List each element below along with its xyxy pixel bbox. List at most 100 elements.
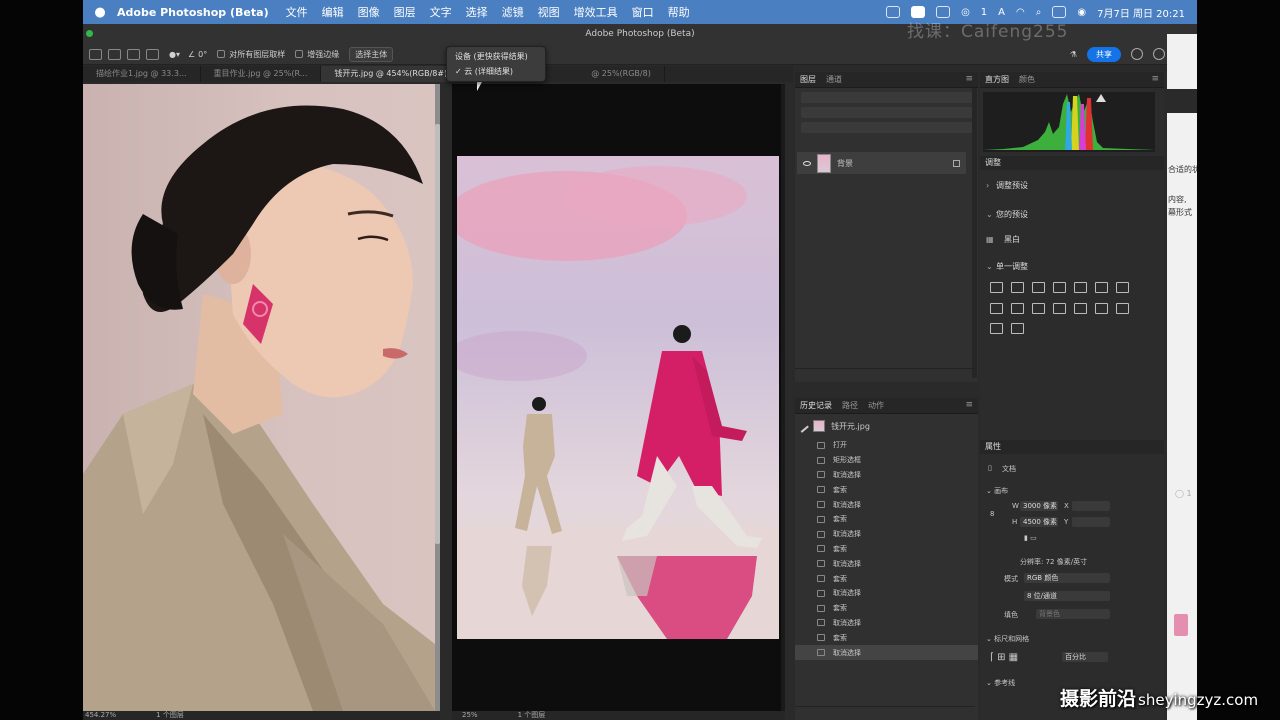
tab-doc-active[interactable]: 钱开元.jpg @ 454%(RGB/8#) bbox=[321, 66, 462, 82]
history-item[interactable]: 取消选择 bbox=[795, 527, 978, 542]
posterize-icon[interactable] bbox=[1095, 303, 1108, 314]
history-item[interactable]: 取消选择 bbox=[795, 586, 978, 601]
menu-plugins[interactable]: 增效工具 bbox=[574, 4, 618, 20]
curves-icon[interactable] bbox=[1032, 282, 1045, 293]
app-menu[interactable]: Adobe Photoshop (Beta) bbox=[117, 6, 269, 19]
history-item[interactable]: 套索 bbox=[795, 571, 978, 586]
select-subject-button[interactable]: 选择主体 bbox=[349, 46, 394, 62]
panel-menu-icon[interactable]: ≡ bbox=[965, 74, 973, 84]
history-item[interactable]: 套索 bbox=[795, 601, 978, 616]
new-selection-icon[interactable] bbox=[108, 48, 121, 60]
layer-filter-row[interactable] bbox=[801, 92, 972, 103]
left-canvas[interactable] bbox=[83, 84, 440, 711]
right-scrollbar[interactable] bbox=[781, 84, 785, 711]
help-icon[interactable] bbox=[1153, 48, 1165, 60]
screen-record-icon[interactable] bbox=[911, 6, 926, 18]
history-item[interactable]: 打开 bbox=[795, 438, 978, 453]
single-adjust-section[interactable]: ⌄ 单一调整 bbox=[986, 261, 1028, 272]
rulers-grid-section-header[interactable]: ⌄ 标尺和网格 bbox=[986, 634, 1029, 644]
selective-color-icon[interactable] bbox=[990, 323, 1003, 334]
menu-image[interactable]: 图像 bbox=[358, 4, 380, 20]
sample-all-layers-checkbox[interactable] bbox=[217, 50, 226, 58]
share-button[interactable]: 共享 bbox=[1087, 46, 1121, 62]
angle-value[interactable]: 0° bbox=[198, 50, 207, 59]
menu-type[interactable]: 文字 bbox=[430, 4, 452, 20]
ruler-toggle-icon[interactable]: ⌈ ⊞ ▦ bbox=[990, 652, 1018, 663]
clock-text[interactable]: 7月7日 周日 20:21 bbox=[1097, 5, 1185, 20]
history-item[interactable]: 套索 bbox=[795, 482, 978, 497]
dropdown-item-device[interactable]: 设备 (更快获得结果) bbox=[447, 49, 545, 64]
color-lookup-icon[interactable] bbox=[1053, 303, 1066, 314]
apple-menu-icon[interactable]: ● bbox=[83, 5, 117, 20]
threshold-icon[interactable] bbox=[1116, 303, 1129, 314]
history-item[interactable]: 取消选择 bbox=[795, 616, 978, 631]
tab-doc-2[interactable]: 重目作业.jpg @ 25%(R... bbox=[201, 66, 322, 82]
your-presets-section[interactable]: ⌄ 您的预设 bbox=[986, 209, 1028, 220]
height-field[interactable]: 4500 像素 bbox=[1020, 517, 1058, 527]
preset-item-bw[interactable]: ▦ 黑白 bbox=[986, 234, 1020, 245]
tab-doc-1[interactable]: 描绘作业1.jpg @ 33.3... bbox=[83, 66, 201, 82]
layer-name[interactable]: 背景 bbox=[837, 158, 853, 169]
panel-menu-icon[interactable]: ≡ bbox=[1151, 74, 1159, 84]
mode-dropdown[interactable]: RGB 颜色 bbox=[1024, 573, 1110, 583]
layer-item-background[interactable]: 背景 bbox=[797, 152, 966, 174]
menu-window[interactable]: 窗口 bbox=[632, 4, 654, 20]
visibility-eye-icon[interactable] bbox=[803, 160, 811, 166]
menu-select[interactable]: 选择 bbox=[466, 4, 488, 20]
search-icon[interactable] bbox=[1131, 48, 1143, 60]
portrait-orient-icon[interactable]: ▮ ▭ bbox=[1024, 534, 1037, 542]
black-white-icon[interactable] bbox=[990, 303, 1003, 314]
quick-select-tool-icon[interactable] bbox=[89, 48, 102, 60]
tab-channels[interactable]: 通道 bbox=[826, 74, 842, 85]
right-zoom-level[interactable]: 25% bbox=[462, 711, 478, 720]
history-item[interactable]: 套索 bbox=[795, 512, 978, 527]
sync-icon[interactable] bbox=[936, 6, 951, 18]
window-close-icon[interactable] bbox=[86, 30, 93, 37]
menu-layer[interactable]: 图层 bbox=[394, 4, 416, 20]
wifi-icon[interactable]: ◠ bbox=[1016, 7, 1025, 18]
left-zoom-level[interactable]: 454.27% bbox=[85, 711, 116, 720]
pane-divider[interactable] bbox=[440, 84, 452, 711]
brush-size-icon[interactable]: ●▾ bbox=[169, 50, 180, 59]
history-item[interactable]: 套索 bbox=[795, 630, 978, 645]
history-item[interactable]: 套索 bbox=[795, 542, 978, 557]
history-item[interactable]: 取消选择 bbox=[795, 645, 978, 660]
search-icon[interactable]: ⌕ bbox=[1036, 7, 1042, 18]
exposure-icon[interactable] bbox=[1053, 282, 1066, 293]
bit-depth-dropdown[interactable]: 8 位/通道 bbox=[1024, 591, 1110, 601]
invert-icon[interactable] bbox=[1074, 303, 1087, 314]
enhance-edge-checkbox[interactable] bbox=[295, 50, 304, 58]
siri-icon[interactable]: ◉ bbox=[1077, 7, 1086, 18]
dropdown-item-cloud[interactable]: ✓ 云 (详细结果) bbox=[447, 64, 545, 79]
ruler-unit-dropdown[interactable]: 百分比 bbox=[1062, 652, 1108, 662]
flask-icon[interactable]: ⚗ bbox=[1070, 50, 1077, 59]
blend-mode-row[interactable] bbox=[801, 107, 972, 118]
panel-menu-icon[interactable]: ≡ bbox=[965, 400, 973, 410]
tab-paths[interactable]: 路径 bbox=[842, 400, 858, 411]
menu-file[interactable]: 文件 bbox=[286, 4, 308, 20]
layers-footer-toolbar[interactable] bbox=[795, 368, 975, 382]
brightness-icon[interactable] bbox=[990, 282, 1003, 293]
history-item[interactable]: 取消选择 bbox=[795, 468, 978, 483]
menu-filter[interactable]: 滤镜 bbox=[502, 4, 524, 20]
tab-actions[interactable]: 动作 bbox=[868, 400, 884, 411]
history-footer-toolbar[interactable] bbox=[795, 706, 975, 720]
menu-edit[interactable]: 编辑 bbox=[322, 4, 344, 20]
channel-mixer-icon[interactable] bbox=[1032, 303, 1045, 314]
add-selection-icon[interactable] bbox=[127, 48, 140, 60]
layers-scrollbar[interactable] bbox=[972, 88, 977, 378]
width-field[interactable]: 3000 像素 bbox=[1020, 501, 1058, 511]
right-canvas[interactable] bbox=[452, 84, 785, 711]
x-field[interactable] bbox=[1072, 501, 1110, 511]
tab-layers[interactable]: 图层 bbox=[800, 74, 816, 85]
menu-help[interactable]: 帮助 bbox=[668, 4, 690, 20]
color-balance-icon[interactable] bbox=[1116, 282, 1129, 293]
fill-dropdown[interactable]: 背景色 bbox=[1036, 609, 1110, 619]
wechat-icon[interactable]: ◎ bbox=[961, 7, 970, 18]
lock-icon[interactable] bbox=[953, 159, 960, 167]
input-method-icon[interactable]: A bbox=[998, 7, 1005, 18]
control-center-icon[interactable] bbox=[1052, 6, 1067, 18]
photo-filter-icon[interactable] bbox=[1011, 303, 1024, 314]
tab-color[interactable]: 颜色 bbox=[1019, 74, 1035, 85]
levels-icon[interactable] bbox=[1011, 282, 1024, 293]
